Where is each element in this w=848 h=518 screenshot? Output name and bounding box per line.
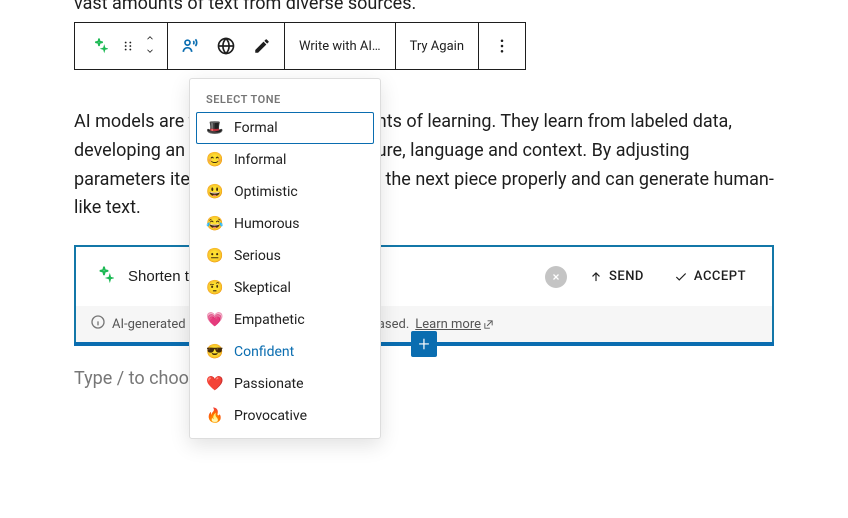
tone-label: Formal [234,120,278,136]
accept-button[interactable]: ACCEPT [666,263,754,290]
edit-pen-icon[interactable] [244,23,280,69]
voice-icon[interactable] [172,23,208,69]
sparkle-icon [94,265,114,289]
tone-item-formal[interactable]: 🎩 Formal [196,112,374,144]
try-again-button[interactable]: Try Again [396,23,478,69]
block-toolbar: Write with AI… Try Again [74,22,526,70]
tone-label: Provocative [234,408,307,424]
tone-emoji: 🎩 [206,120,224,136]
tone-emoji: 😐 [206,248,224,264]
info-icon [90,314,106,334]
tone-label: Serious [234,248,281,264]
tone-emoji: 😂 [206,216,224,232]
content-paragraph[interactable]: AI models are trained with large amounts… [74,108,774,223]
drag-handle-icon[interactable] [117,23,139,69]
ai-sparkle-icon[interactable] [81,23,117,69]
tone-emoji: 😊 [206,152,224,168]
tone-item-humorous[interactable]: 😂 Humorous [196,208,374,240]
globe-icon[interactable] [208,23,244,69]
block-insertion-line: + [74,342,774,346]
move-down-icon[interactable] [139,46,161,59]
block-placeholder[interactable]: Type / to choose a block [74,368,774,389]
tone-item-passionate[interactable]: ❤️ Passionate [196,368,374,400]
tone-item-informal[interactable]: 😊 Informal [196,144,374,176]
tone-label: Optimistic [234,184,298,200]
tone-label: Confident [234,344,294,360]
tone-emoji: 💗 [206,312,224,328]
tone-label: Empathetic [234,312,305,328]
tone-label: Passionate [234,376,304,392]
tone-emoji: ❤️ [206,376,224,392]
tone-item-skeptical[interactable]: 🤨 Skeptical [196,272,374,304]
tone-item-optimistic[interactable]: 😃 Optimistic [196,176,374,208]
tone-emoji: 🔥 [206,408,224,424]
tone-item-provocative[interactable]: 🔥 Provocative [196,400,374,432]
move-up-icon[interactable] [139,33,161,46]
tone-label: Humorous [234,216,300,232]
send-label: SEND [609,269,644,284]
tone-item-empathetic[interactable]: 💗 Empathetic [196,304,374,336]
tone-emoji: 😃 [206,184,224,200]
tone-emoji: 🤨 [206,280,224,296]
select-tone-menu: SELECT TONE 🎩 Formal 😊 Informal 😃 Optimistic 😂… [189,78,381,439]
add-block-button[interactable]: + [411,331,437,357]
write-with-ai-button[interactable]: Write with AI… [285,23,395,69]
tone-label: Skeptical [234,280,291,296]
accept-label: ACCEPT [694,269,746,284]
tone-menu-header: SELECT TONE [196,85,374,112]
ai-prompt-block: SEND ACCEPT AI-generated content could b… [74,245,774,344]
tone-item-serious[interactable]: 😐 Serious [196,240,374,272]
send-button[interactable]: SEND [581,263,652,290]
tone-label: Informal [234,152,286,168]
clear-input-button[interactable] [545,266,567,288]
learn-more-link[interactable]: Learn more [415,317,494,332]
tone-emoji: 😎 [206,344,224,360]
truncated-paragraph: vast amounts of text from diverse source… [74,0,774,14]
tone-item-confident[interactable]: 😎 Confident [196,336,374,368]
more-options-icon[interactable] [479,23,525,69]
